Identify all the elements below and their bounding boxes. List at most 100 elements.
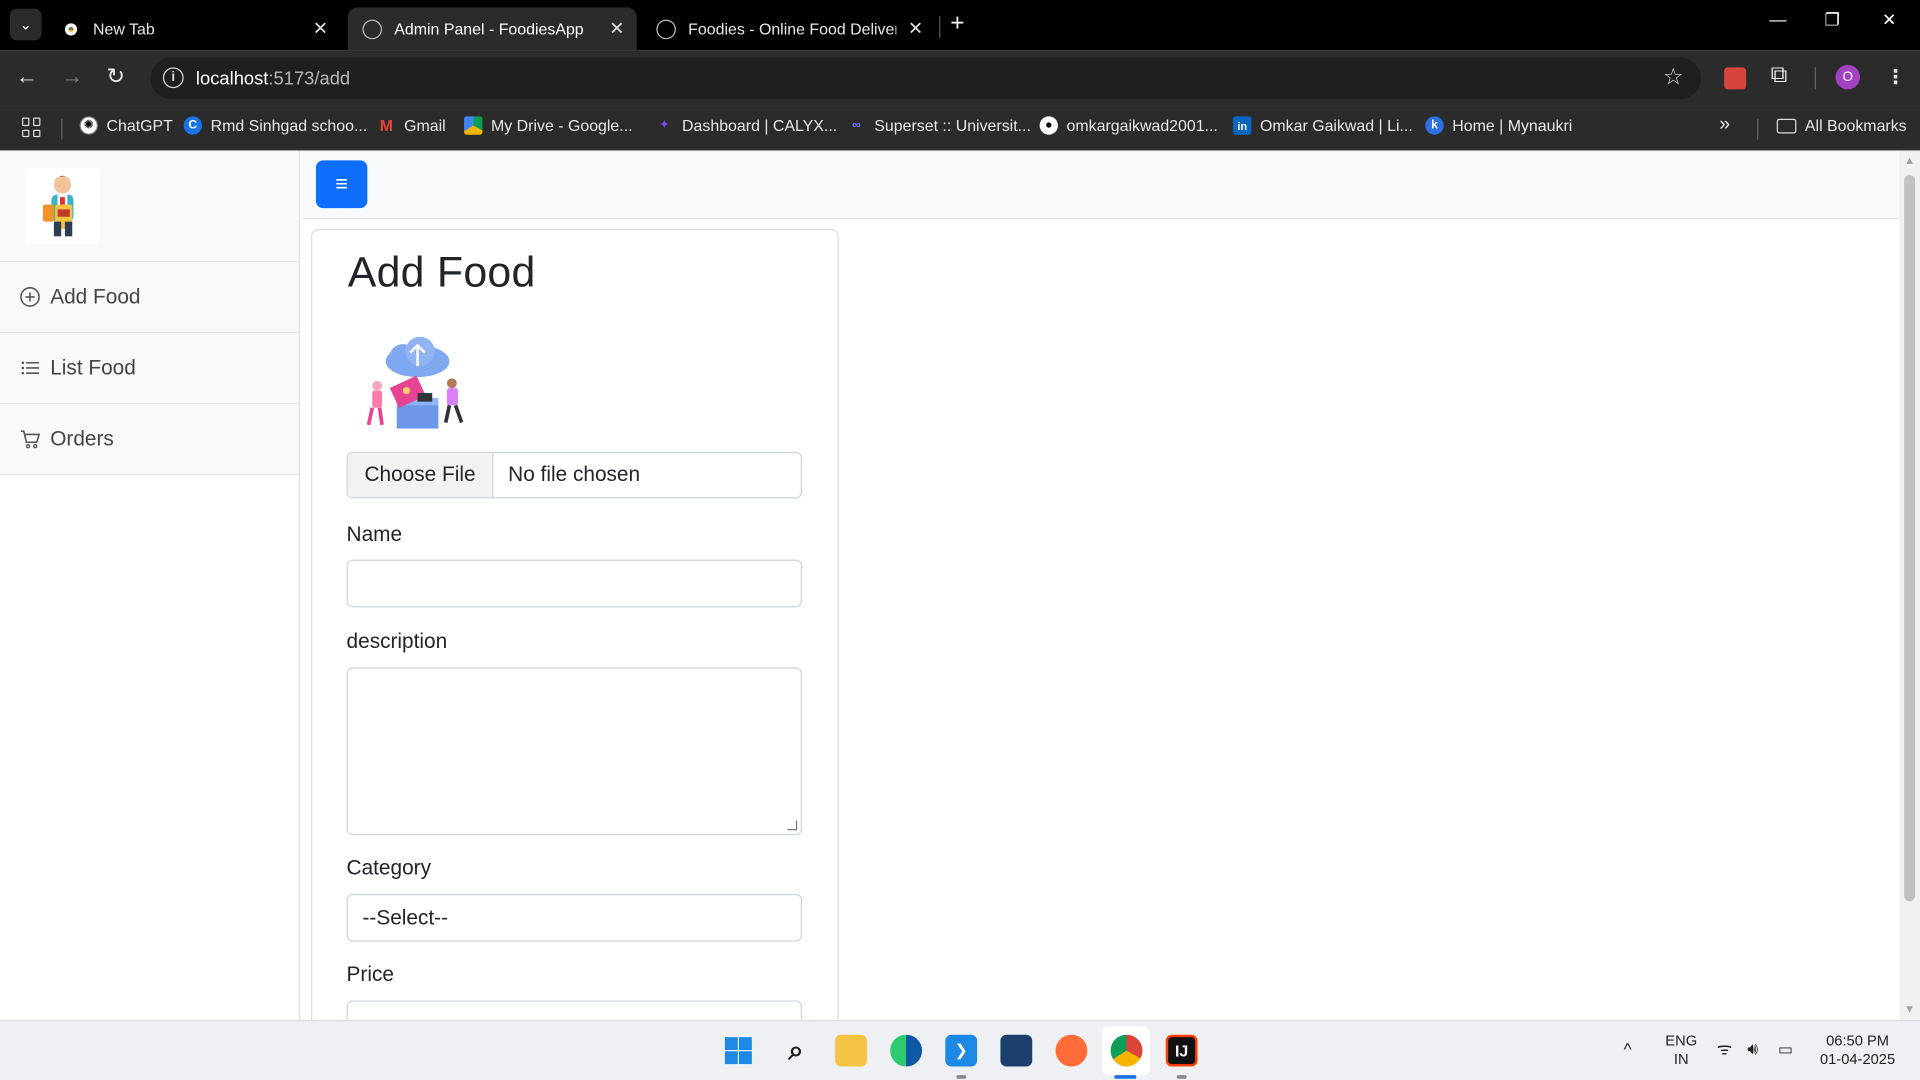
more-bookmarks-chevron-icon[interactable]: » bbox=[1719, 114, 1730, 136]
url-text[interactable]: localhost:5173/add bbox=[196, 69, 350, 90]
sidebar-item-add-food[interactable]: Add Food bbox=[0, 262, 299, 334]
profile-avatar[interactable]: O bbox=[1835, 64, 1861, 90]
tab-title: Foodies - Online Food Delivery bbox=[688, 19, 897, 38]
battery-icon[interactable]: ▭ bbox=[1778, 1040, 1793, 1058]
tab-separator bbox=[939, 15, 941, 38]
top-navbar: ≡ bbox=[301, 150, 1900, 220]
tab-new-tab[interactable]: New Tab ✕ bbox=[47, 7, 341, 50]
wifi-icon[interactable]: ᯤ bbox=[1717, 1039, 1733, 1058]
apps-grid-icon[interactable] bbox=[22, 117, 42, 138]
bookmark-label: omkargaikwad2001... bbox=[1066, 116, 1218, 135]
bookmark-rmd-sinhgad[interactable]: C Rmd Sinhgad schoo... bbox=[183, 116, 368, 135]
description-textarea[interactable] bbox=[346, 667, 803, 836]
postman-icon[interactable] bbox=[1055, 1034, 1088, 1067]
toolbar-separator bbox=[1814, 67, 1816, 90]
clock-time: 06:50 PM bbox=[1826, 1032, 1890, 1050]
reload-icon[interactable]: ↻ bbox=[107, 64, 125, 90]
site-info-icon[interactable]: i bbox=[162, 67, 184, 89]
bookmark-label: My Drive - Google... bbox=[491, 116, 633, 135]
chrome-icon bbox=[61, 18, 81, 39]
edge-browser-icon[interactable] bbox=[890, 1034, 923, 1067]
category-select[interactable]: --Select-- bbox=[346, 893, 803, 942]
tab-strip: ⌄ New Tab ✕ Admin Panel - FoodiesApp ✕ F… bbox=[0, 0, 1920, 51]
all-bookmarks[interactable]: All Bookmarks bbox=[1776, 116, 1907, 135]
superset-icon: ∞ bbox=[852, 118, 861, 133]
globe-icon bbox=[362, 18, 383, 39]
minimize-icon[interactable]: — bbox=[1769, 10, 1786, 30]
show-hidden-icons-chevron-icon[interactable]: ^ bbox=[1624, 1040, 1632, 1059]
bookmark-chatgpt[interactable]: ✺ ChatGPT bbox=[79, 116, 173, 135]
language-code: ENG bbox=[1665, 1032, 1698, 1050]
sidebar-toggle-button[interactable]: ≡ bbox=[315, 160, 368, 209]
chatgpt-icon: ✺ bbox=[79, 116, 98, 135]
hamburger-icon: ≡ bbox=[335, 171, 349, 196]
bookmark-mynaukri[interactable]: k Home | Mynaukri bbox=[1425, 116, 1573, 135]
scrollbar-thumb[interactable] bbox=[1904, 175, 1916, 902]
sidebar-item-orders[interactable]: Orders bbox=[0, 404, 299, 476]
intellij-icon[interactable]: IJ bbox=[1165, 1034, 1198, 1067]
bookmarks-bar: ✺ ChatGPT C Rmd Sinhgad schoo... M Gmail… bbox=[0, 106, 1920, 151]
active-indicator bbox=[1114, 1075, 1137, 1079]
bookmark-star-icon[interactable]: ☆ bbox=[1663, 64, 1684, 92]
sidebar-item-label: Orders bbox=[50, 426, 114, 451]
page-scrollbar[interactable]: ▲ ▼ bbox=[1899, 150, 1920, 1021]
close-tab-icon[interactable]: ✕ bbox=[609, 17, 624, 39]
region-code: IN bbox=[1673, 1050, 1689, 1068]
windows-start-icon[interactable] bbox=[722, 1035, 754, 1067]
close-window-icon[interactable]: ✕ bbox=[1882, 10, 1896, 31]
mysql-workbench-icon[interactable] bbox=[1000, 1034, 1033, 1067]
name-input[interactable] bbox=[346, 559, 803, 608]
chrome-taskbar-icon[interactable] bbox=[1110, 1034, 1143, 1067]
bookmark-calyx[interactable]: ✦ Dashboard | CALYX... bbox=[655, 116, 837, 134]
price-label: Price bbox=[346, 962, 394, 986]
forward-arrow-icon[interactable]: → bbox=[61, 64, 83, 90]
restore-icon[interactable]: ❐ bbox=[1825, 10, 1840, 31]
resize-handle-icon[interactable] bbox=[787, 820, 798, 831]
close-tab-icon[interactable]: ✕ bbox=[908, 17, 923, 39]
scroll-up-arrow-icon[interactable]: ▲ bbox=[1904, 154, 1915, 166]
bookmark-label: Dashboard | CALYX... bbox=[682, 116, 838, 135]
category-selected-value: --Select-- bbox=[362, 905, 449, 929]
tab-search-chevron-icon[interactable]: ⌄ bbox=[9, 8, 42, 41]
all-bookmarks-label: All Bookmarks bbox=[1804, 116, 1907, 135]
close-tab-icon[interactable]: ✕ bbox=[313, 17, 328, 39]
language-indicator[interactable]: ENG IN bbox=[1662, 1032, 1701, 1069]
scroll-down-arrow-icon[interactable]: ▼ bbox=[1904, 1003, 1915, 1015]
bookmark-gmail[interactable]: M Gmail bbox=[377, 116, 446, 134]
bookmark-label: Rmd Sinhgad schoo... bbox=[210, 116, 368, 135]
add-food-card: Add Food Choose File No file chosen Name… bbox=[311, 228, 839, 1049]
sidebar-item-label: List Food bbox=[50, 355, 136, 379]
browser-toolbar: ← → ↻ i localhost:5173/add ☆ ⧉ O ⋮ bbox=[0, 50, 1920, 107]
address-bar[interactable]: i localhost:5173/add ☆ bbox=[150, 57, 1701, 100]
app-logo bbox=[24, 167, 101, 244]
file-input[interactable]: Choose File No file chosen bbox=[346, 451, 803, 499]
bookmark-my-drive[interactable]: My Drive - Google... bbox=[464, 116, 633, 135]
sidebar-item-list-food[interactable]: List Food bbox=[0, 333, 299, 405]
file-explorer-icon[interactable] bbox=[835, 1034, 867, 1067]
search-icon[interactable]: ⌕ bbox=[780, 1035, 812, 1067]
extensions-puzzle-icon[interactable]: ⧉ bbox=[1771, 62, 1788, 89]
volume-icon[interactable]: 🔊︎ bbox=[1747, 1039, 1758, 1058]
bookmark-label: ChatGPT bbox=[106, 116, 173, 135]
sidebar-item-label: Add Food bbox=[50, 284, 141, 308]
back-arrow-icon[interactable]: ← bbox=[16, 64, 38, 90]
browser-menu-icon[interactable]: ⋮ bbox=[1886, 65, 1906, 89]
url-path: :5173/add bbox=[268, 68, 351, 90]
vscode-icon[interactable]: ❯ bbox=[945, 1034, 978, 1067]
mynaukri-icon: k bbox=[1425, 116, 1444, 135]
new-tab-plus-icon[interactable]: + bbox=[950, 10, 964, 38]
choose-file-button[interactable]: Choose File bbox=[347, 453, 494, 498]
file-status-text: No file chosen bbox=[508, 462, 641, 487]
list-icon bbox=[21, 361, 40, 375]
linkedin-icon: in bbox=[1233, 116, 1252, 135]
bookmark-superset[interactable]: ∞ Superset :: Universit... bbox=[847, 116, 1031, 134]
tab-admin-panel[interactable]: Admin Panel - FoodiesApp ✕ bbox=[347, 7, 637, 51]
bookmark-github[interactable]: ● omkargaikwad2001... bbox=[1039, 116, 1218, 135]
upload-image-preview[interactable] bbox=[356, 334, 472, 439]
extension-icon[interactable] bbox=[1724, 67, 1747, 90]
bookmark-linkedin[interactable]: in Omkar Gaikwad | Li... bbox=[1233, 116, 1413, 135]
clock[interactable]: 06:50 PM 01-04-2025 bbox=[1815, 1032, 1901, 1069]
running-indicator bbox=[956, 1075, 967, 1079]
bookmark-label: Home | Mynaukri bbox=[1452, 116, 1573, 135]
tab-foodies[interactable]: Foodies - Online Food Delivery ✕ bbox=[642, 7, 936, 50]
